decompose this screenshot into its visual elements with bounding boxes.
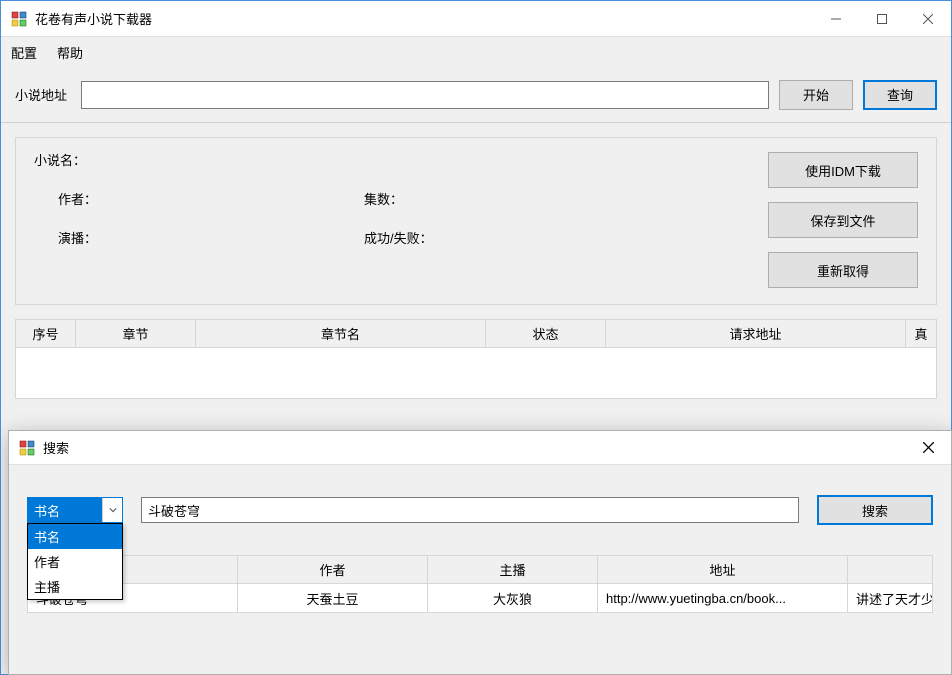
col-real[interactable]: 真 <box>906 320 936 348</box>
combo-option-author[interactable]: 作者 <box>28 549 122 574</box>
search-window-title: 搜索 <box>43 438 69 457</box>
minimize-button[interactable] <box>813 1 859 37</box>
result-header: 作者 主播 地址 <box>28 556 932 584</box>
combo-option-title[interactable]: 书名 <box>28 524 122 549</box>
rescell-author: 天蚕土豆 <box>238 584 428 612</box>
search-close-button[interactable] <box>905 431 951 465</box>
combo-dropdown: 书名 作者 主播 <box>27 523 123 600</box>
success-fail-label: 成功/失败： <box>364 228 454 247</box>
chapter-table: 序号 章节 章节名 状态 请求地址 真 <box>15 319 937 399</box>
search-window: 搜索 书名 书名 作者 主播 搜索 作者 <box>8 430 952 675</box>
col-chname[interactable]: 章节名 <box>196 320 486 348</box>
idm-download-button[interactable]: 使用IDM下载 <box>768 152 918 188</box>
menubar: 配置 帮助 <box>1 37 951 67</box>
info-right: 使用IDM下载 保存到文件 重新取得 <box>768 150 918 288</box>
author-label: 作者： <box>34 189 97 208</box>
chevron-down-icon <box>102 498 122 522</box>
main-window-title: 花卷有声小说下载器 <box>35 9 152 28</box>
maximize-button[interactable] <box>859 1 905 37</box>
address-label: 小说地址 <box>15 85 67 104</box>
novel-name-label: 小说名： <box>34 150 88 169</box>
rescell-url: http://www.yuetingba.cn/book... <box>598 584 848 612</box>
rescell-narrator: 大灰狼 <box>428 584 598 612</box>
col-url[interactable]: 请求地址 <box>606 320 906 348</box>
info-left: 小说名： 作者： 集数： 演播： 成功/失败： <box>34 150 768 288</box>
search-input[interactable] <box>141 497 799 523</box>
narrator-label: 演播： <box>34 228 97 247</box>
close-button[interactable] <box>905 1 951 37</box>
info-panel: 小说名： 作者： 集数： 演播： 成功/失败： 使用IDM下载 保存到文件 重新… <box>15 137 937 305</box>
address-input[interactable] <box>81 81 769 109</box>
query-button[interactable]: 查询 <box>863 80 937 110</box>
search-result-table: 作者 主播 地址 斗破苍穹 天蚕土豆 大灰狼 http://www.yuetin… <box>27 555 933 613</box>
menu-config[interactable]: 配置 <box>11 43 37 62</box>
result-row[interactable]: 斗破苍穹 天蚕土豆 大灰狼 http://www.yuetingba.cn/bo… <box>28 584 932 612</box>
search-row: 书名 书名 作者 主播 搜索 <box>27 495 933 525</box>
main-titlebar: 花卷有声小说下载器 <box>1 1 951 37</box>
chapter-table-header: 序号 章节 章节名 状态 请求地址 真 <box>16 320 936 348</box>
start-button[interactable]: 开始 <box>779 80 853 110</box>
search-type-combo[interactable]: 书名 书名 作者 主播 <box>27 497 123 523</box>
search-titlebar: 搜索 <box>9 431 951 465</box>
rescol-desc[interactable] <box>848 556 932 584</box>
combo-selected-text: 书名 <box>28 498 102 522</box>
app-icon <box>11 11 27 27</box>
refresh-button[interactable]: 重新取得 <box>768 252 918 288</box>
search-app-icon <box>19 440 35 456</box>
episodes-label: 集数： <box>364 189 418 208</box>
search-button[interactable]: 搜索 <box>817 495 933 525</box>
col-index[interactable]: 序号 <box>16 320 76 348</box>
col-status[interactable]: 状态 <box>486 320 606 348</box>
rescol-author[interactable]: 作者 <box>238 556 428 584</box>
rescell-desc: 讲述了天才少 <box>848 584 932 612</box>
menu-help[interactable]: 帮助 <box>57 43 83 62</box>
address-row: 小说地址 开始 查询 <box>1 67 951 123</box>
search-body: 书名 书名 作者 主播 搜索 <box>9 465 951 525</box>
rescol-narrator[interactable]: 主播 <box>428 556 598 584</box>
save-to-file-button[interactable]: 保存到文件 <box>768 202 918 238</box>
rescol-url[interactable]: 地址 <box>598 556 848 584</box>
col-chapter[interactable]: 章节 <box>76 320 196 348</box>
combo-option-narrator[interactable]: 主播 <box>28 574 122 599</box>
